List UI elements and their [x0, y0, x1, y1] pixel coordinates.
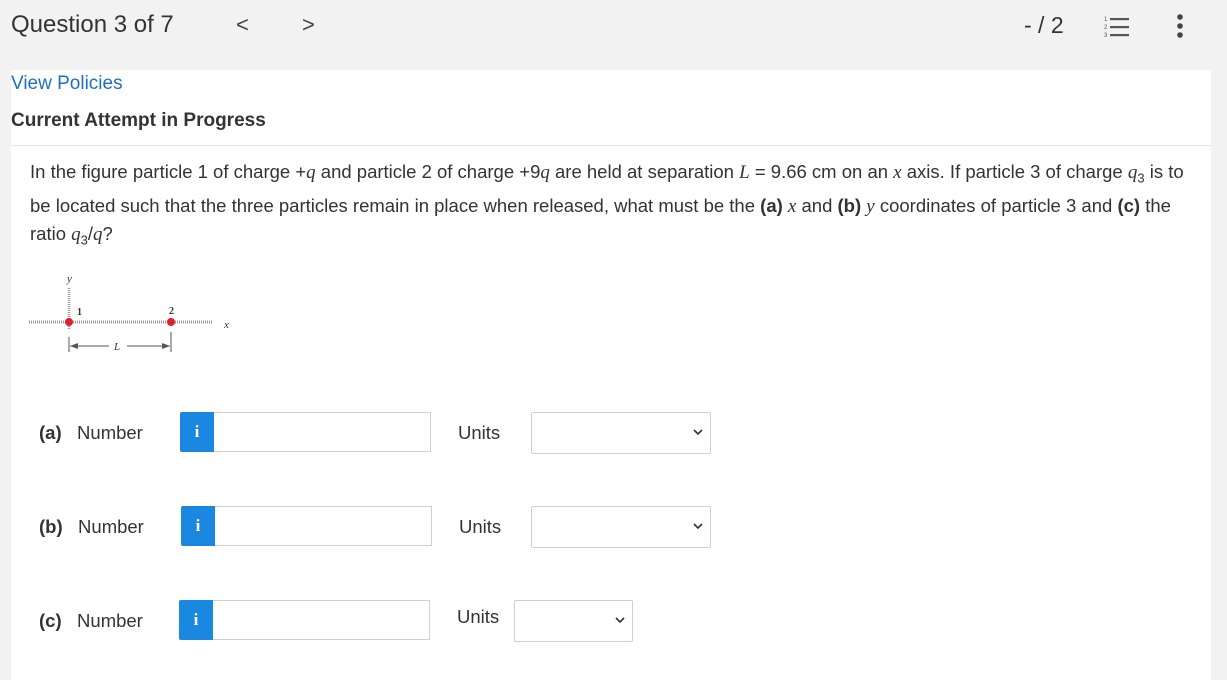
y-axis-label: y — [66, 273, 72, 285]
divider — [11, 145, 1211, 146]
x-axis-label: x — [223, 319, 229, 331]
more-options-icon[interactable] — [1172, 12, 1188, 42]
units-select-a[interactable] — [531, 412, 711, 454]
question-counter: Question 3 of 7 — [11, 11, 174, 38]
units-select-c[interactable] — [514, 600, 633, 642]
particle-1 — [65, 318, 73, 326]
info-button-a[interactable]: i — [180, 412, 214, 452]
chevron-down-icon — [615, 617, 625, 624]
answer-row-a: (a) Number i Units — [11, 412, 1211, 454]
top-bar: Question 3 of 7 < > - / 2 1 2 3 — [0, 0, 1227, 68]
info-button-b[interactable]: i — [181, 506, 215, 546]
part-b-label: (b) Number — [39, 516, 144, 537]
svg-text:1: 1 — [1104, 17, 1108, 23]
units-select-b[interactable] — [531, 506, 711, 548]
previous-question-button[interactable]: < — [236, 12, 249, 38]
question-list-icon[interactable]: 1 2 3 — [1103, 14, 1131, 40]
particle-figure: y x 1 2 L — [29, 273, 229, 353]
next-question-button[interactable]: > — [302, 12, 315, 38]
part-a-label: (a) Number — [39, 422, 143, 443]
particle-2 — [167, 318, 175, 326]
dimension-L-label: L — [113, 341, 120, 353]
particle-2-label: 2 — [169, 306, 174, 317]
number-input-b[interactable] — [215, 506, 432, 546]
chevron-down-icon — [693, 523, 703, 530]
units-label-c: Units — [457, 606, 500, 627]
svg-text:3: 3 — [1104, 33, 1108, 39]
score-display: - / 2 — [1024, 12, 1064, 38]
question-panel: View Policies Current Attempt in Progres… — [11, 70, 1211, 680]
question-text: In the figure particle 1 of charge +q an… — [30, 161, 1184, 248]
number-input-c[interactable] — [213, 600, 430, 640]
chevron-down-icon — [693, 429, 703, 436]
number-input-a[interactable] — [214, 412, 431, 452]
answer-row-b: (b) Number i Units — [11, 506, 1211, 548]
units-label-b: Units — [459, 516, 502, 537]
dimension-right-arrow — [162, 343, 170, 349]
dimension-left-arrow — [70, 343, 78, 349]
info-button-c[interactable]: i — [179, 600, 213, 640]
part-c-label: (c) Number — [39, 610, 143, 631]
units-label-a: Units — [458, 422, 501, 443]
attempt-status: Current Attempt in Progress — [11, 110, 266, 131]
svg-text:2: 2 — [1104, 25, 1108, 31]
particle-1-label: 1 — [77, 307, 82, 318]
answer-row-c: (c) Number i Units — [11, 600, 1211, 642]
view-policies-link[interactable]: View Policies — [11, 73, 123, 95]
